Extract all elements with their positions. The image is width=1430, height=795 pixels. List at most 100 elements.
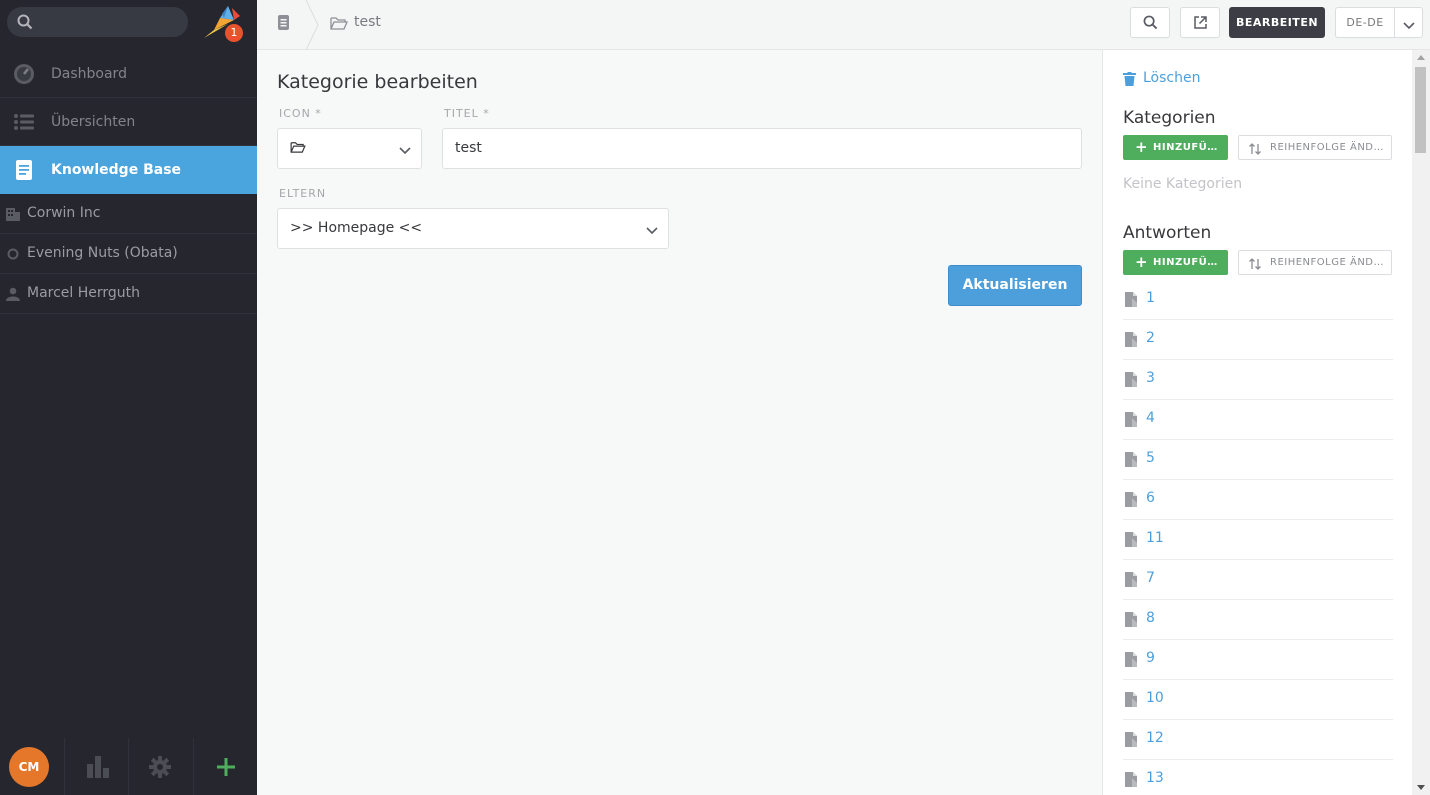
answer-link[interactable]: 2 xyxy=(1146,330,1155,346)
add-category-label: HINZUFÜ… xyxy=(1153,142,1218,153)
parent-field-label: ELTERN xyxy=(279,187,327,200)
title-input[interactable]: test xyxy=(442,128,1082,169)
icon-select[interactable] xyxy=(277,128,422,169)
scrollbar[interactable] xyxy=(1412,50,1430,795)
categories-heading: Kategorien xyxy=(1123,108,1216,128)
answer-item[interactable]: 8 xyxy=(1123,600,1393,640)
search-input[interactable] xyxy=(7,7,188,37)
document-icon xyxy=(1125,492,1138,511)
document-icon xyxy=(1125,532,1138,551)
answer-link[interactable]: 12 xyxy=(1146,730,1164,746)
language-dropdown-button[interactable] xyxy=(1394,7,1423,38)
answer-link[interactable]: 7 xyxy=(1146,570,1155,586)
open-external-button[interactable] xyxy=(1180,7,1220,38)
answer-item[interactable]: 10 xyxy=(1123,680,1393,720)
new-ticket-button[interactable] xyxy=(194,738,258,795)
search-icon xyxy=(1143,15,1158,34)
recent-org-label: Corwin Inc xyxy=(27,205,101,221)
recent-user-label: Marcel Herrguth xyxy=(27,285,141,301)
answer-link[interactable]: 1 xyxy=(1146,290,1155,306)
breadcrumb-current[interactable]: test xyxy=(354,14,381,30)
answer-item[interactable]: 6 xyxy=(1123,480,1393,520)
add-category-button[interactable]: + HINZUFÜ… xyxy=(1123,135,1228,160)
delete-label: Löschen xyxy=(1143,70,1201,86)
settings-button[interactable] xyxy=(129,738,194,795)
notification-badge[interactable]: 1 xyxy=(225,24,243,42)
document-icon xyxy=(1125,692,1138,711)
nav-overviews[interactable]: Übersichten xyxy=(0,98,257,146)
title-input-value: test xyxy=(455,140,482,156)
plus-icon: + xyxy=(1135,253,1149,271)
document-icon xyxy=(1125,452,1138,471)
scrollbar-thumb[interactable] xyxy=(1415,67,1426,153)
reorder-categories-label: REIHENFOLGE ÄND… xyxy=(1270,142,1384,153)
answer-item[interactable]: 5 xyxy=(1123,440,1393,480)
answer-item[interactable]: 2 xyxy=(1123,320,1393,360)
icon-field-label: ICON * xyxy=(279,107,322,120)
edit-button[interactable]: BEARBEITEN xyxy=(1229,7,1325,38)
document-icon xyxy=(1125,332,1138,351)
reorder-categories-button[interactable]: REIHENFOLGE ÄND… xyxy=(1238,135,1392,160)
sidebar: 1 Dashboard Übersichten Knowledge Base C… xyxy=(0,0,257,795)
answer-link[interactable]: 13 xyxy=(1146,770,1164,786)
add-answer-button[interactable]: + HINZUFÜ… xyxy=(1123,250,1228,275)
scroll-down-arrow[interactable] xyxy=(1417,785,1425,790)
parent-select[interactable]: >> Homepage << xyxy=(277,208,669,249)
gear-icon xyxy=(149,756,171,782)
answer-link[interactable]: 8 xyxy=(1146,610,1155,626)
breadcrumb-separator xyxy=(305,0,321,54)
document-icon xyxy=(1125,732,1138,751)
chevron-down-icon xyxy=(399,143,411,159)
nav-dashboard-label: Dashboard xyxy=(51,65,127,82)
folder-open-icon xyxy=(290,141,306,157)
answer-link[interactable]: 10 xyxy=(1146,690,1164,706)
document-icon xyxy=(1125,372,1138,391)
recent-user-marcel[interactable]: Marcel Herrguth xyxy=(0,274,257,314)
title-field-label: TITEL * xyxy=(444,107,490,120)
answer-item[interactable]: 3 xyxy=(1123,360,1393,400)
answer-link[interactable]: 3 xyxy=(1146,370,1155,386)
answer-item[interactable]: 13 xyxy=(1123,760,1393,795)
book-icon xyxy=(13,159,35,181)
reorder-answers-button[interactable]: REIHENFOLGE ÄND… xyxy=(1238,250,1392,275)
nav-dashboard[interactable]: Dashboard xyxy=(0,50,257,98)
answer-link[interactable]: 4 xyxy=(1146,410,1155,426)
document-icon xyxy=(1125,292,1138,311)
answer-item[interactable]: 1 xyxy=(1123,280,1393,320)
answer-item[interactable]: 7 xyxy=(1123,560,1393,600)
user-icon xyxy=(6,287,20,305)
top-bar: test BEARBEITEN DE-DE xyxy=(257,0,1430,51)
sort-icon xyxy=(1249,256,1261,279)
plus-icon: + xyxy=(1135,138,1149,156)
main-content: Kategorie bearbeiten ICON * TITEL * test… xyxy=(257,50,1102,795)
update-button[interactable]: Aktualisieren xyxy=(948,265,1082,306)
book-icon[interactable] xyxy=(277,15,291,35)
answer-link[interactable]: 6 xyxy=(1146,490,1155,506)
bar-chart-icon xyxy=(86,756,109,782)
parent-select-value: >> Homepage << xyxy=(290,220,423,236)
document-icon xyxy=(1125,412,1138,431)
search-button[interactable] xyxy=(1130,7,1170,38)
reports-button[interactable] xyxy=(65,738,129,795)
answer-link[interactable]: 11 xyxy=(1146,530,1164,546)
building-icon xyxy=(6,207,20,225)
plus-icon xyxy=(216,758,235,780)
answer-item[interactable]: 12 xyxy=(1123,720,1393,760)
answer-item[interactable]: 11 xyxy=(1123,520,1393,560)
answer-item[interactable]: 9 xyxy=(1123,640,1393,680)
avatar-cell[interactable]: CM xyxy=(0,738,65,795)
answer-link[interactable]: 5 xyxy=(1146,450,1155,466)
nav-knowledge-base[interactable]: Knowledge Base xyxy=(0,146,257,194)
reorder-answers-label: REIHENFOLGE ÄND… xyxy=(1270,257,1384,268)
answers-heading: Antworten xyxy=(1123,223,1212,243)
scroll-up-arrow[interactable] xyxy=(1417,55,1425,60)
recent-org-evening-nuts[interactable]: Evening Nuts (Obata) xyxy=(0,234,257,274)
chevron-down-icon xyxy=(646,223,658,239)
answer-link[interactable]: 9 xyxy=(1146,650,1155,666)
recent-org-corwin[interactable]: Corwin Inc xyxy=(0,194,257,234)
external-link-icon xyxy=(1194,16,1207,33)
avatar[interactable]: CM xyxy=(9,747,49,787)
dashboard-icon xyxy=(13,63,35,85)
answer-item[interactable]: 4 xyxy=(1123,400,1393,440)
language-select[interactable]: DE-DE xyxy=(1335,7,1395,38)
